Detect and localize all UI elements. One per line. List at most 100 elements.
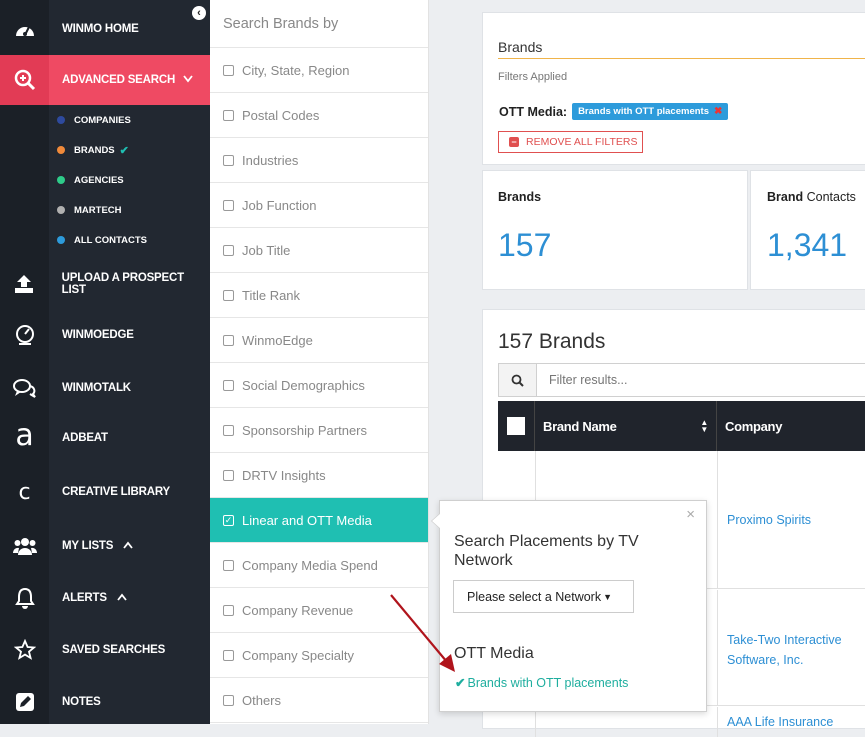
close-icon[interactable]: × [686, 506, 695, 523]
adbeat-icon: a [0, 412, 49, 464]
checkbox-icon [223, 334, 234, 346]
facet-label: Linear and OTT Media [242, 512, 372, 528]
filters-applied-label: Filters Applied [498, 71, 568, 83]
nav-item-home[interactable]: WINMO HOME [0, 5, 210, 53]
facet-label: City, State, Region [242, 62, 350, 78]
nav-label-winmoedge: WINMOEDGE [62, 329, 134, 341]
search-plus-icon [0, 55, 49, 105]
creative-glyph: c [18, 479, 31, 505]
checkbox-icon [223, 649, 234, 661]
checkbox-icon [223, 244, 234, 256]
cell-divider [717, 590, 718, 706]
table-header: Brand Name ▲ ▼ Company [498, 401, 865, 451]
facet-company-media-spend[interactable]: Company Media Spend [210, 543, 428, 588]
creative-icon: c [0, 466, 49, 518]
facet-sponsorship-partners[interactable]: Sponsorship Partners [210, 408, 428, 453]
company-link[interactable]: Proximo Spirits [727, 513, 811, 527]
facet-social-demographics[interactable]: Social Demographics [210, 363, 428, 408]
facet-linear-ott-media[interactable]: ✓ Linear and OTT Media [210, 498, 428, 543]
nav-label-home: WINMO HOME [62, 23, 139, 35]
facet-label: Company Specialty [242, 647, 354, 663]
network-select[interactable]: Please select a Network ▼ [453, 580, 634, 613]
facet-city-state-region[interactable]: City, State, Region [210, 48, 428, 93]
nav-item-winmotalk[interactable]: WINMOTALK [0, 362, 210, 414]
nav-label-alerts: ALERTS [62, 592, 107, 604]
facet-job-title[interactable]: Job Title [210, 228, 428, 273]
checkbox-icon [223, 559, 234, 571]
nav-item-adbeat[interactable]: a ADBEAT [0, 412, 210, 464]
facet-label: Job Title [242, 242, 291, 258]
company-link[interactable]: Take-Two Interactive Software, Inc. [727, 630, 857, 670]
nav-item-upload[interactable]: UPLOAD A PROSPECT LIST [0, 258, 210, 310]
brands-stat-card: Brands 157 [482, 170, 748, 290]
ott-placements-option[interactable]: ✔ Brands with OTT placements [455, 675, 628, 691]
network-select-value: Please select a Network [467, 589, 602, 604]
nav-sub-label: COMPANIES [74, 114, 131, 126]
nav-item-saved-searches[interactable]: SAVED SEARCHES [0, 624, 210, 676]
facet-winmoedge[interactable]: WinmoEdge [210, 318, 428, 363]
contacts-count: 1,341 [767, 227, 848, 263]
filter-tag-label: Brands with OTT placements [578, 106, 709, 117]
facet-others[interactable]: Others [210, 678, 428, 723]
cell-divider [717, 451, 718, 589]
facet-drtv-insights[interactable]: DRTV Insights [210, 453, 428, 498]
facet-title-rank[interactable]: Title Rank [210, 273, 428, 318]
stat-label-bold: Brands [498, 190, 542, 204]
gauge-icon [0, 310, 49, 360]
filter-results-field [498, 363, 865, 397]
remove-all-filters-button[interactable]: − REMOVE ALL FILTERS [498, 131, 643, 153]
nav-sub-companies[interactable]: COMPANIES [49, 105, 210, 135]
facet-postal-codes[interactable]: Postal Codes [210, 93, 428, 138]
facet-label: Company Revenue [242, 602, 354, 618]
filter-group: OTT Media: Brands with OTT placements ✖ [499, 103, 729, 120]
company-link[interactable]: AAA Life Insurance [727, 715, 833, 729]
column-label: Brand Name [543, 418, 617, 434]
nav-sub-all-contacts[interactable]: ALL CONTACTS [49, 225, 210, 255]
nav-item-winmoedge[interactable]: WINMOEDGE [0, 310, 210, 360]
check-icon: ✔ [119, 144, 129, 157]
checkbox-icon [223, 109, 234, 121]
popover-title: Search Placements by TV Network [454, 533, 639, 569]
checked-checkbox-icon: ✓ [223, 514, 234, 526]
search-icon[interactable] [499, 364, 537, 396]
filter-group-label: OTT Media: [499, 104, 568, 119]
checkbox-icon [223, 604, 234, 616]
nav-item-my-lists[interactable]: MY LISTS [0, 520, 210, 572]
remove-tag-icon[interactable]: ✖ [714, 106, 722, 117]
facet-job-function[interactable]: Job Function [210, 183, 428, 228]
checkbox-icon [223, 199, 234, 211]
nav-item-advanced-search[interactable]: ADVANCED SEARCH [0, 55, 210, 105]
annotation-arrow-icon [390, 594, 455, 672]
nav-label-adbeat: ADBEAT [62, 432, 108, 444]
nav-label-notes: NOTES [62, 696, 101, 708]
checkbox-icon [223, 424, 234, 436]
nav-sub-brands[interactable]: BRANDS ✔ [49, 135, 210, 165]
adbeat-glyph: a [15, 417, 34, 453]
nav-item-creative-library[interactable]: c CREATIVE LIBRARY [0, 466, 210, 518]
sort-icon: ▲ ▼ [700, 418, 708, 434]
checkbox-icon [223, 289, 234, 301]
nav-item-notes[interactable]: NOTES [0, 676, 210, 728]
column-brand-name[interactable]: Brand Name ▲ ▼ [535, 401, 717, 451]
nav-sub-agencies[interactable]: AGENCIES [49, 165, 210, 195]
companies-dot-icon [57, 116, 65, 124]
select-all-checkbox[interactable] [507, 417, 525, 435]
column-label: Company [725, 418, 783, 434]
checkbox-icon [223, 469, 234, 481]
column-company[interactable]: Company [717, 401, 865, 451]
results-title: 157 Brands [498, 330, 606, 353]
brands-count: 157 [498, 227, 552, 263]
facet-label: Social Demographics [242, 377, 365, 393]
popover-section: OTT Media [454, 645, 534, 662]
users-icon [0, 520, 49, 572]
nav-item-alerts[interactable]: ALERTS [0, 572, 210, 624]
main-nav: ‹ WINMO HOME ADVANCED SEARCH COMPANIES B… [0, 0, 210, 724]
facet-industries[interactable]: Industries [210, 138, 428, 183]
agencies-dot-icon [57, 176, 65, 184]
nav-sub-martech[interactable]: MARTECH [49, 195, 210, 225]
stat-label-bold: Brand [767, 190, 804, 204]
filter-results-input[interactable] [537, 364, 865, 396]
bell-icon [0, 572, 49, 624]
filters-card: Brands Filters Applied OTT Media: Brands… [482, 12, 865, 165]
facet-label: DRTV Insights [242, 467, 326, 483]
